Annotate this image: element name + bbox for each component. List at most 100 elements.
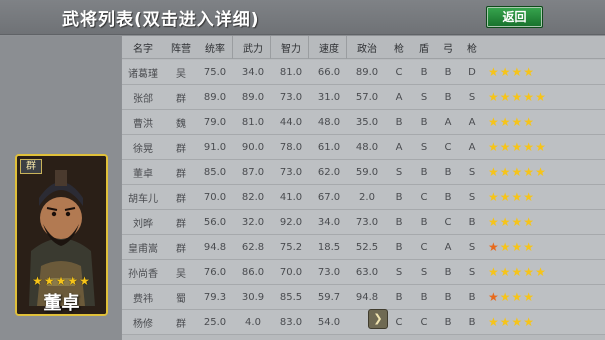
star-icon: ★ xyxy=(32,274,44,288)
cell-int: 73.0 xyxy=(279,91,303,103)
cell-a: B xyxy=(395,291,403,303)
table-row[interactable]: 孙尚香吴 76.0 86.0 70.0 73.0 63.0 S S B S ★ ★ ★ ★ ★ xyxy=(122,260,605,285)
cell-int: 44.0 xyxy=(279,116,303,128)
cell-lead: 56.0 xyxy=(203,216,227,228)
cell-war: 32.0 xyxy=(241,216,265,228)
star-icon: ★ xyxy=(511,65,524,79)
star-icon: ★ xyxy=(488,240,500,254)
star-icon: ★ xyxy=(511,140,524,154)
table-row[interactable]: 曹洪魏 79.0 81.0 44.0 48.0 35.0 B B A A ★ ★ ★ ★ xyxy=(122,110,605,135)
cell-name: 诸葛瑾 xyxy=(128,68,158,80)
cell-b: B xyxy=(420,166,428,178)
column-header-intelligence[interactable]: 智力 xyxy=(274,36,308,58)
cell-d: B xyxy=(468,291,476,303)
cell-faction: 魏 xyxy=(176,118,186,130)
star-icon: ★ xyxy=(499,65,512,79)
column-divider xyxy=(346,36,347,59)
table-row[interactable]: 徐晃群 91.0 90.0 78.0 61.0 48.0 A S C A ★ ★ ★ ★ ★ xyxy=(122,135,605,160)
cell-a: A xyxy=(395,91,403,103)
cell-c: B xyxy=(444,166,452,178)
star-icon: ★ xyxy=(79,274,91,288)
chevron-right-icon: ❯ xyxy=(373,312,383,325)
table-row[interactable]: 张郃群 89.0 89.0 73.0 31.0 57.0 A S B S ★ ★ ★ ★ ★ xyxy=(122,85,605,110)
cell-d: B xyxy=(468,216,476,228)
star-icon: ★ xyxy=(523,140,536,154)
star-icon: ★ xyxy=(499,265,512,279)
column-header-speed[interactable]: 速度 xyxy=(312,36,346,58)
cell-c: B xyxy=(444,291,452,303)
star-icon: ★ xyxy=(535,165,547,179)
column-divider xyxy=(232,36,233,59)
cell-name: 费祎 xyxy=(133,293,153,305)
column-header-spear[interactable]: 枪 xyxy=(388,36,410,58)
table-row[interactable]: 胡车儿群 70.0 82.0 41.0 67.0 2.0 B C B S ★ ★ ★ ★ xyxy=(122,185,605,210)
column-header-lance[interactable]: 枪 xyxy=(460,36,484,58)
cell-name: 孙尚香 xyxy=(128,268,158,280)
star-icon: ★ xyxy=(511,265,524,279)
rating-stars: ★ ★ ★ ★ xyxy=(484,210,602,234)
cell-a: S xyxy=(395,266,403,278)
cell-a: C xyxy=(395,66,403,78)
cell-b: S xyxy=(420,91,428,103)
column-header-faction[interactable]: 阵营 xyxy=(164,36,198,58)
star-icon: ★ xyxy=(511,90,524,104)
cell-pol: 63.0 xyxy=(355,266,379,278)
cell-b: C xyxy=(420,316,428,328)
cell-b: C xyxy=(420,241,428,253)
cell-lead: 79.3 xyxy=(203,291,227,303)
cell-lead: 75.0 xyxy=(203,66,227,78)
table-row[interactable]: 诸葛瑾吴 75.0 34.0 81.0 66.0 89.0 C B B D ★ ★ ★ ★ xyxy=(122,60,605,85)
star-icon: ★ xyxy=(535,265,547,279)
star-icon: ★ xyxy=(499,115,512,129)
column-header-politics[interactable]: 政治 xyxy=(350,36,384,58)
cell-c: B xyxy=(444,316,452,328)
star-icon: ★ xyxy=(523,190,536,204)
star-icon: ★ xyxy=(488,165,500,179)
cell-name: 刘晔 xyxy=(133,218,153,230)
cell-a: A xyxy=(395,141,403,153)
cell-pol: 57.0 xyxy=(355,91,379,103)
next-page-button[interactable]: ❯ xyxy=(368,309,388,329)
cell-d: S xyxy=(468,166,476,178)
cell-int: 81.0 xyxy=(279,66,303,78)
page-title: 武将列表(双击进入详细) xyxy=(62,10,260,30)
table-row[interactable]: 杨修群 25.0 4.0 83.0 54.0 C C B B ★ ★ ★ ★ xyxy=(122,310,605,335)
column-header-leadership[interactable]: 统率 xyxy=(198,36,232,58)
back-button[interactable]: 返回 xyxy=(486,6,543,28)
cell-a: C xyxy=(395,316,403,328)
star-icon: ★ xyxy=(499,190,512,204)
column-header-war[interactable]: 武力 xyxy=(236,36,270,58)
cell-c: C xyxy=(444,216,452,228)
cell-pol: 94.8 xyxy=(355,291,379,303)
cell-pol: 48.0 xyxy=(355,141,379,153)
star-icon: ★ xyxy=(523,265,536,279)
star-icon: ★ xyxy=(511,290,524,304)
cell-name: 曹洪 xyxy=(133,118,153,130)
cell-a: S xyxy=(395,166,403,178)
cell-lead: 89.0 xyxy=(203,91,227,103)
title-bar: 武将列表(双击进入详细) 返回 xyxy=(0,0,605,35)
cell-lead: 76.0 xyxy=(203,266,227,278)
cell-int: 73.0 xyxy=(279,166,303,178)
table-row[interactable]: 董卓群 85.0 87.0 73.0 62.0 59.0 S B B S ★ ★ ★ ★ ★ xyxy=(122,160,605,185)
star-icon: ★ xyxy=(511,190,524,204)
column-header-name[interactable]: 名字 xyxy=(122,36,164,58)
table-row[interactable]: 皇甫嵩群 94.8 62.8 75.2 18.5 52.5 B C A S ★ ★ ★ ★ xyxy=(122,235,605,260)
table-row[interactable]: 刘晔群 56.0 32.0 92.0 34.0 73.0 B B C B ★ ★ ★ ★ xyxy=(122,210,605,235)
cell-int: 78.0 xyxy=(279,141,303,153)
cell-int: 41.0 xyxy=(279,191,303,203)
column-header-bow[interactable]: 弓 xyxy=(436,36,460,58)
star-icon: ★ xyxy=(511,165,524,179)
rating-stars: ★ ★ ★ ★ xyxy=(484,110,602,134)
column-divider xyxy=(270,36,271,59)
table-row[interactable]: 费祎蜀 79.3 30.9 85.5 59.7 94.8 B B B B ★ ★ ★ ★ xyxy=(122,285,605,310)
general-table: 名字 阵营 统率 武力 智力 速度 政治 枪 盾 弓 枪 诸葛瑾吴 75.0 34.… xyxy=(122,36,605,340)
cell-spd: 59.7 xyxy=(317,291,341,303)
cell-d: D xyxy=(468,66,476,78)
star-icon: ★ xyxy=(511,115,524,129)
column-header-shield[interactable]: 盾 xyxy=(412,36,436,58)
star-icon: ★ xyxy=(511,215,524,229)
cell-name: 徐晃 xyxy=(133,143,153,155)
cell-faction: 群 xyxy=(176,93,186,105)
selected-general-card[interactable]: 群 ★★★★★ 董卓 xyxy=(15,154,108,316)
